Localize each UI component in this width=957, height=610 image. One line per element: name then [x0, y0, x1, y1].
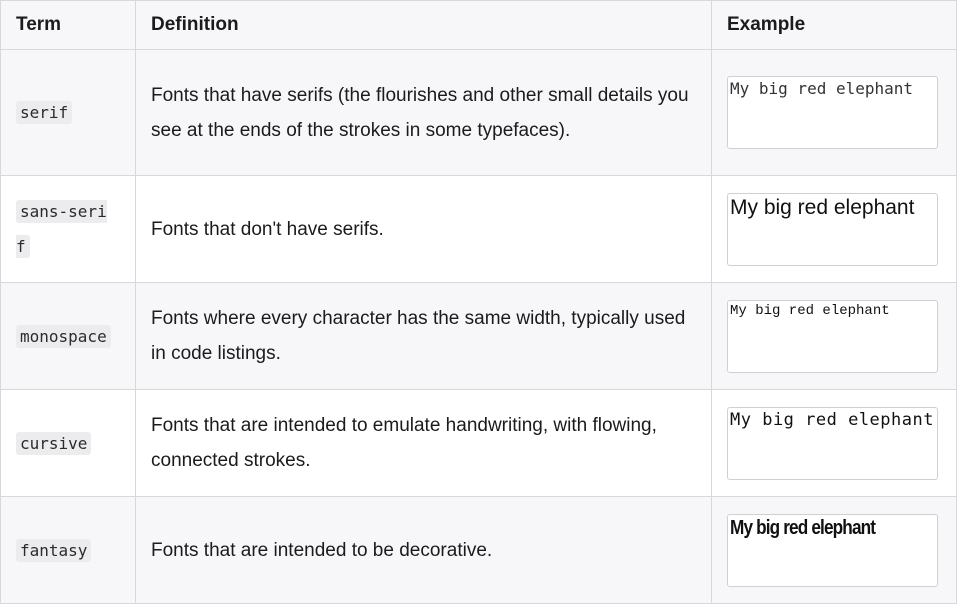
example-box-sans-serif[interactable]: My big red elephant — [727, 192, 938, 266]
term-cell: monospace — [0, 282, 136, 390]
example-cell: My big red elephant — [711, 389, 957, 497]
example-box-serif[interactable]: My big red elephant — [727, 76, 938, 149]
definition-cell: Fonts where every character has the same… — [135, 282, 712, 390]
term-code-serif: serif — [16, 101, 73, 124]
header-definition: Definition — [135, 0, 712, 50]
table-row: fantasy Fonts that are intended to be de… — [0, 496, 957, 604]
term-code-monospace: monospace — [16, 324, 111, 348]
header-term: Term — [0, 0, 136, 50]
example-box-cursive[interactable]: My big red elephant — [727, 406, 938, 480]
table-row: monospace Fonts where every character ha… — [0, 282, 957, 390]
example-text-fantasy: My big red elephant — [730, 516, 876, 539]
table-row: sans-serif Fonts that don't have serifs.… — [0, 175, 957, 283]
example-cell: My big red elephant — [711, 49, 957, 176]
header-example: Example — [711, 0, 957, 50]
example-cell: My big red elephant — [711, 282, 957, 390]
definition-cell: Fonts that are intended to emulate handw… — [135, 389, 712, 497]
table-header-row: Term Definition Example — [0, 0, 957, 50]
term-cell: fantasy — [0, 496, 136, 604]
example-box-fantasy[interactable]: My big red elephant — [727, 513, 938, 587]
font-family-table: Term Definition Example serif Fonts that… — [0, 0, 957, 604]
example-box-monospace[interactable]: My big red elephant — [727, 299, 938, 373]
term-code-cursive: cursive — [16, 431, 92, 455]
definition-cell: Fonts that have serifs (the flourishes a… — [135, 49, 712, 176]
term-cell: serif — [0, 49, 136, 176]
example-cell: My big red elephant — [711, 175, 957, 283]
term-code-sans-serif: sans-serif — [16, 200, 107, 258]
term-cell: sans-serif — [0, 175, 136, 283]
definition-cell: Fonts that don't have serifs. — [135, 175, 712, 283]
term-code-fantasy: fantasy — [16, 538, 92, 562]
definition-cell: Fonts that are intended to be decorative… — [135, 496, 712, 604]
table-row: serif Fonts that have serifs (the flouri… — [0, 49, 957, 176]
term-cell: cursive — [0, 389, 136, 497]
table-row: cursive Fonts that are intended to emula… — [0, 389, 957, 497]
example-cell: My big red elephant — [711, 496, 957, 604]
